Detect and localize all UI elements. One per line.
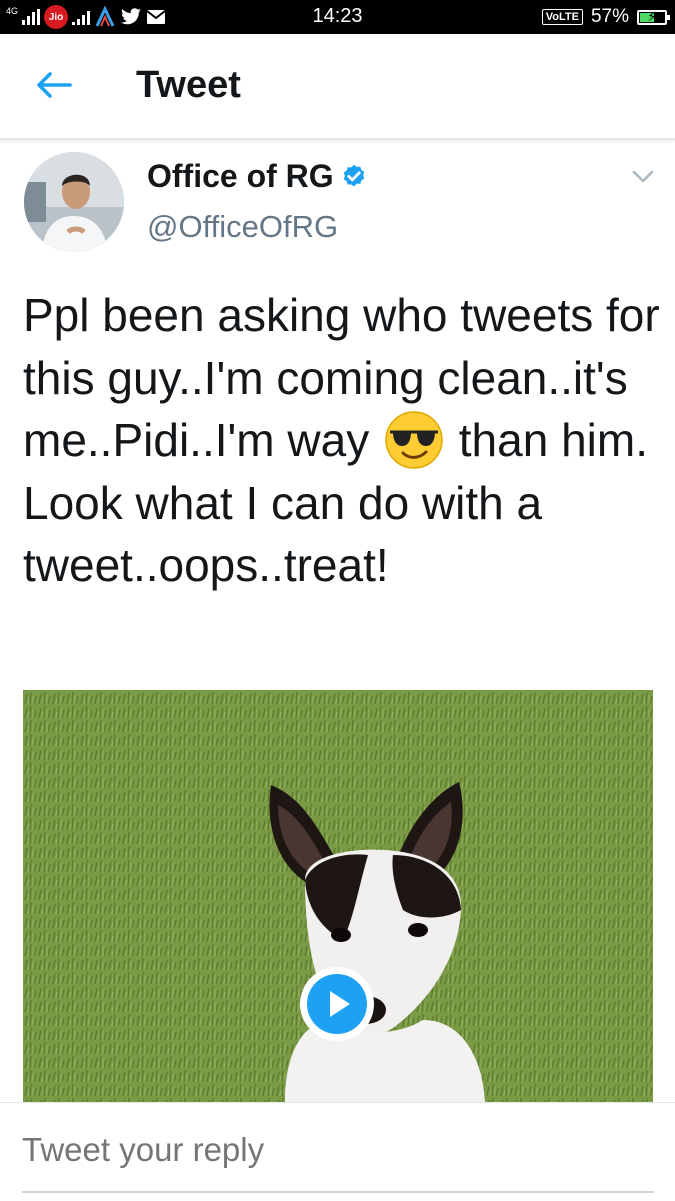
sunglasses-emoji-icon xyxy=(385,411,443,469)
status-bar-right-icons: VoLTE 57% ⚡ xyxy=(541,5,670,29)
display-name-text[interactable]: Office of RG xyxy=(147,158,334,195)
tweet-text: Ppl been asking who tweets for this guy.… xyxy=(23,284,663,597)
reply-bar xyxy=(0,1102,675,1201)
avatar[interactable] xyxy=(24,152,124,252)
reply-input[interactable] xyxy=(22,1131,654,1169)
display-name[interactable]: Office of RG xyxy=(147,158,368,195)
avatar-image xyxy=(24,152,124,252)
app-bar: Tweet xyxy=(0,34,675,140)
charging-bolt-icon: ⚡ xyxy=(647,8,657,24)
battery-icon: ⚡ xyxy=(637,8,670,25)
user-handle[interactable]: @OfficeOfRG xyxy=(147,209,338,245)
chevron-down-icon[interactable] xyxy=(632,170,654,184)
page-title: Tweet xyxy=(136,64,241,106)
reply-underline xyxy=(22,1191,654,1193)
play-icon xyxy=(307,974,367,1034)
verified-badge-icon xyxy=(343,164,364,186)
battery-percent: 57% xyxy=(590,6,629,27)
volte-badge: VoLTE xyxy=(541,9,583,25)
status-bar: 4G Jio 14:23 VoLTE 57% ⚡ xyxy=(0,0,675,34)
play-video-button[interactable] xyxy=(300,967,374,1041)
back-arrow-icon[interactable] xyxy=(34,70,74,100)
